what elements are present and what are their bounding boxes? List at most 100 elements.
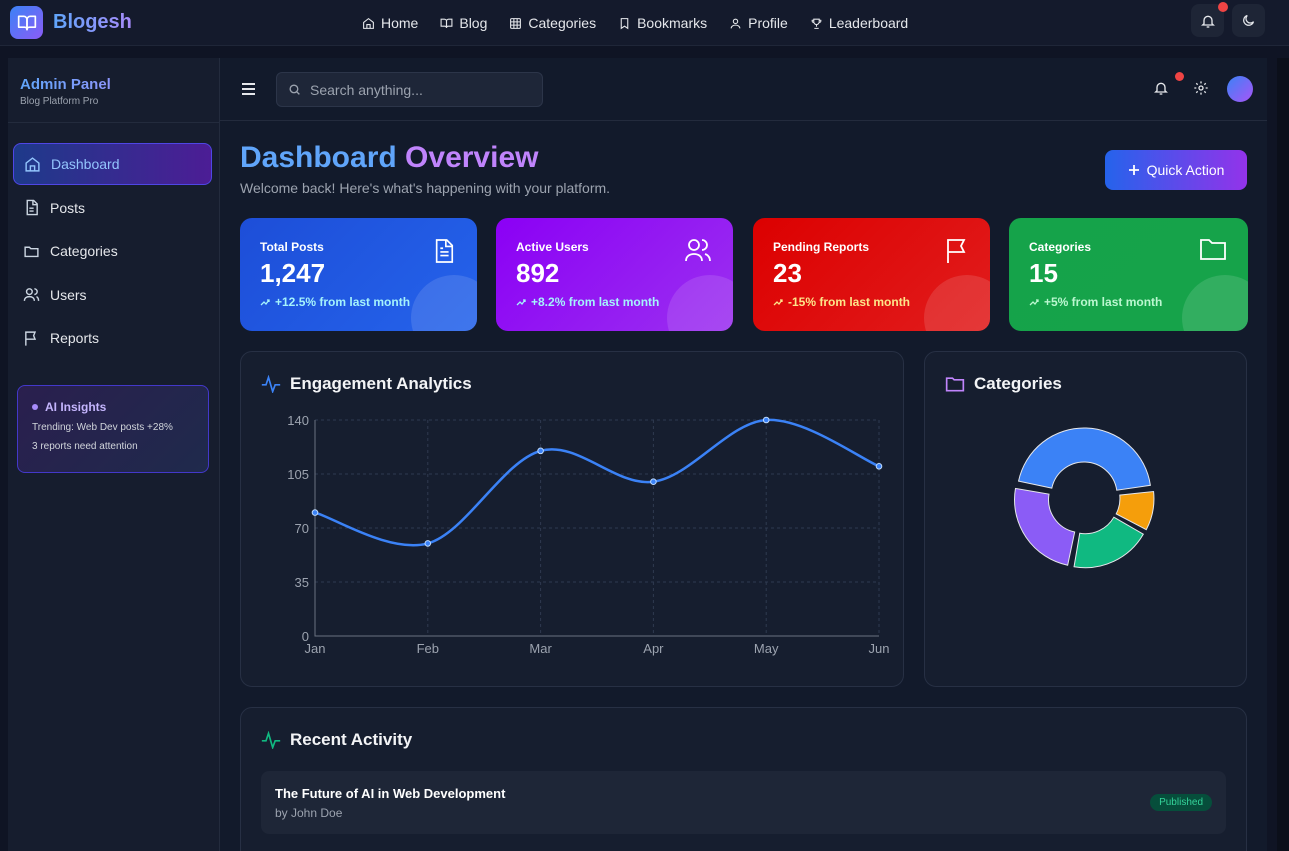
users-icon (685, 238, 711, 267)
recent-activity-title: Recent Activity (261, 730, 412, 750)
document-icon (26, 199, 38, 216)
ai-insight-line: 3 reports need attention (32, 441, 138, 452)
sidebar-header: Admin Panel Blog Platform Pro (8, 58, 219, 123)
stat-card-active-users[interactable]: Active Users 892 +8.2% from last month (496, 218, 733, 331)
main-content: Dashboard Overview Welcome back! Here's … (220, 58, 1267, 851)
gear-icon (1194, 81, 1208, 95)
y-tick-label: 70 (295, 521, 309, 536)
settings-button[interactable] (1193, 80, 1209, 101)
notifications-button[interactable] (1153, 72, 1184, 102)
theme-toggle-button[interactable] (1232, 4, 1265, 37)
engagement-panel: Engagement Analytics 0 35 70 105 140 Jan Feb Ma… (240, 351, 904, 687)
trend-up-icon (1029, 299, 1039, 306)
ai-insight-line: Trending: Web Dev posts +28% (32, 422, 173, 433)
users-icon (23, 288, 40, 301)
trend-up-icon (516, 299, 526, 306)
data-point (537, 447, 544, 455)
donut-slice (1073, 516, 1145, 569)
x-tick-label: Mar (529, 641, 552, 656)
sidebar-item-label: Users (50, 286, 87, 303)
nav-blog-label: Blog (459, 15, 488, 31)
brand[interactable]: Blogesh (10, 6, 132, 39)
home-icon (363, 17, 374, 29)
sidebar-title: Admin Panel (20, 76, 219, 93)
data-point (650, 478, 657, 486)
recent-activity-title-text: Recent Activity (290, 730, 413, 749)
notifications-button[interactable] (1191, 2, 1228, 37)
sidebar-item-categories[interactable]: Categories (13, 230, 212, 272)
x-tick-label: Jun (869, 641, 890, 656)
engagement-line-chart: 03570105140Jan Feb Mar Apr May Jun (287, 413, 890, 656)
sidebar-item-label: Categories (50, 243, 118, 259)
document-icon (433, 238, 455, 269)
sidebar-item-label: Posts (50, 199, 86, 216)
nav-profile[interactable]: Profile (729, 15, 788, 31)
sidebar-item-dashboard[interactable]: Dashboard (13, 143, 212, 185)
nav-home[interactable]: Home (362, 15, 418, 31)
page-scrollbar[interactable] (1277, 58, 1289, 851)
x-tick-label: Jan (305, 641, 326, 656)
avatar[interactable] (1227, 76, 1253, 102)
activity-icon (261, 731, 281, 749)
trophy-icon (811, 18, 822, 29)
sidebar-item-posts[interactable]: Posts (13, 187, 212, 229)
stat-card-pending-reports[interactable]: Pending Reports 23 -15% from last month (753, 218, 990, 331)
stat-trend-text: +12.5% from last month (275, 295, 411, 309)
sidebar-subtitle: Blog Platform Pro (20, 96, 99, 107)
bell-icon (1200, 15, 1215, 28)
user-icon (730, 18, 741, 28)
home-icon (25, 156, 40, 172)
nav-leaderboard[interactable]: Leaderboard (810, 15, 908, 31)
data-point (762, 416, 770, 424)
flag-icon (25, 330, 37, 346)
categories-donut-chart (1014, 427, 1155, 569)
plus-icon (1128, 165, 1139, 175)
search-box (276, 72, 543, 107)
activity-item-author: by John Doe (275, 806, 343, 820)
main-nav: Home Blog Categories Bookmarks Profile L… (362, 0, 930, 46)
x-tick-label: May (754, 641, 779, 656)
y-tick-label: 35 (295, 575, 309, 590)
page-title-part1: Dashboard (240, 141, 397, 174)
stat-card-categories[interactable]: Categories 15 +5% from last month (1009, 218, 1248, 331)
nav-blog[interactable]: Blog (440, 15, 487, 31)
sidebar-item-label: Reports (50, 330, 100, 346)
x-tick-label: Feb (417, 641, 439, 656)
nav-bookmarks[interactable]: Bookmarks (618, 15, 707, 31)
moon-icon (1243, 14, 1255, 26)
y-tick-label: 140 (287, 413, 309, 428)
bookmark-icon (620, 17, 629, 29)
pulse-dot-icon (32, 404, 38, 410)
folder-icon (24, 246, 39, 257)
nav-categories[interactable]: Categories (509, 15, 596, 31)
menu-toggle-button[interactable] (241, 82, 256, 101)
hamburger-icon (242, 83, 255, 95)
data-point (875, 462, 883, 470)
nav-leaderboard-label: Leaderboard (828, 15, 909, 31)
sidebar: Admin Panel Blog Platform Pro Dashboard … (8, 58, 220, 851)
brand-name: Blogesh (53, 11, 132, 33)
page-subtitle: Welcome back! Here's what's happening wi… (240, 180, 611, 196)
search-input[interactable] (310, 81, 530, 98)
ai-insights-title: AI Insights (32, 400, 208, 414)
quick-action-label: Quick Action (1146, 162, 1225, 178)
stat-trend-text: -15% from last month (788, 295, 911, 309)
activity-item-title: The Future of AI in Web Development (275, 786, 506, 801)
x-tick-label: Apr (643, 641, 664, 656)
quick-action-button[interactable]: Quick Action (1105, 150, 1247, 190)
recent-activity-panel: Recent Activity The Future of AI in Web … (240, 707, 1247, 851)
main-toolbar (220, 58, 1267, 121)
series-line (314, 418, 880, 547)
donut-slice (1014, 487, 1076, 566)
data-point (424, 540, 432, 547)
nav-home-label: Home (381, 15, 419, 31)
search-icon (289, 84, 300, 95)
page-title-part2: Overview (405, 141, 539, 174)
sidebar-item-reports[interactable]: Reports (13, 317, 212, 359)
activity-item[interactable]: The Future of AI in Web Development by J… (261, 771, 1226, 834)
stat-card-total-posts[interactable]: Total Posts 1,247 +12.5% from last month (240, 218, 477, 331)
sidebar-item-users[interactable]: Users (13, 274, 212, 316)
trend-up-icon (773, 299, 783, 306)
stat-trend-text: +8.2% from last month (531, 295, 660, 309)
y-tick-label: 105 (287, 467, 309, 482)
